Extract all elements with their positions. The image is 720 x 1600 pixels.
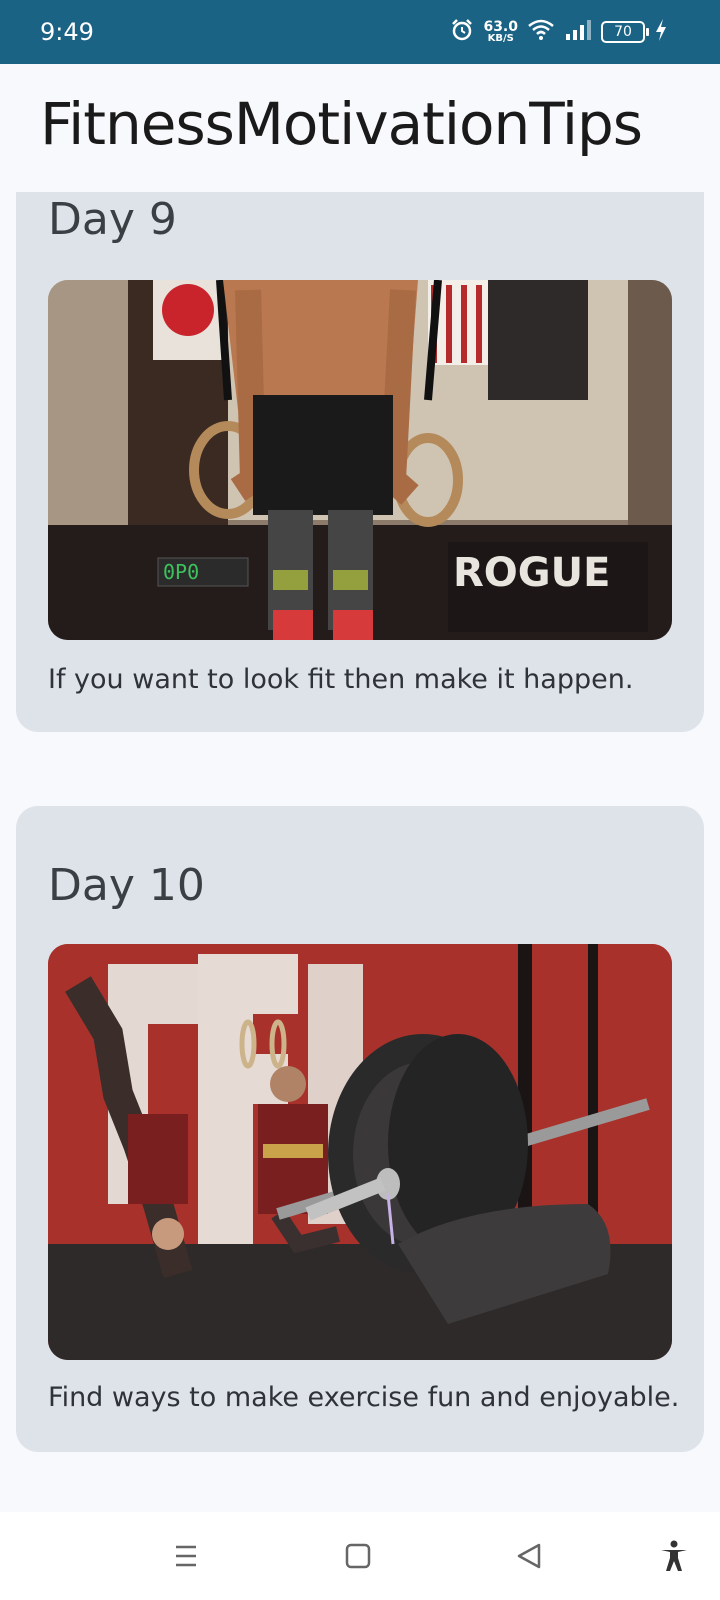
- photo-rogue-sign: ROGUE: [453, 550, 610, 596]
- tip-caption: If you want to look fit then make it hap…: [48, 664, 634, 695]
- net-speed-unit: KB/S: [487, 33, 514, 44]
- status-icons: 63.0 KB/S 70: [450, 14, 668, 50]
- app-header: FitnessMotivationTips: [0, 64, 720, 192]
- back-icon[interactable]: [512, 1538, 548, 1574]
- tip-photo-barbell: [48, 944, 672, 1360]
- battery-icon: 70: [601, 21, 649, 43]
- day-title: Day 10: [48, 860, 205, 911]
- tip-caption: Find ways to make exercise fun and enjoy…: [48, 1382, 680, 1413]
- photo-score-box: 0P0: [163, 560, 199, 584]
- battery-level: 70: [614, 24, 632, 40]
- tip-card-day-10[interactable]: Day 10 Find ways to make exercise fun an…: [16, 806, 704, 1452]
- accessibility-icon[interactable]: [656, 1538, 692, 1574]
- day-title: Day 9: [48, 194, 177, 245]
- tip-card-day-9[interactable]: Day 9 0P0 ROGUE If you want to look fit …: [16, 192, 704, 732]
- app-title: FitnessMotivationTips: [40, 90, 643, 158]
- net-speed: 63.0 KB/S: [483, 20, 518, 44]
- status-time: 9:49: [40, 18, 94, 46]
- menu-icon[interactable]: [168, 1538, 204, 1574]
- alarm-icon: [450, 18, 474, 46]
- tip-photo-gym-rings: 0P0 ROGUE: [48, 280, 672, 640]
- tips-feed[interactable]: Day 9 0P0 ROGUE If you want to look fit …: [0, 192, 720, 1512]
- signal-icon: [564, 18, 592, 46]
- status-bar: 9:49 63.0 KB/S 70: [0, 0, 720, 64]
- home-icon[interactable]: [340, 1538, 376, 1574]
- wifi-icon: [527, 18, 555, 46]
- net-speed-value: 63.0: [483, 19, 518, 35]
- system-nav-bar: [0, 1512, 720, 1600]
- charging-icon: [654, 18, 668, 46]
